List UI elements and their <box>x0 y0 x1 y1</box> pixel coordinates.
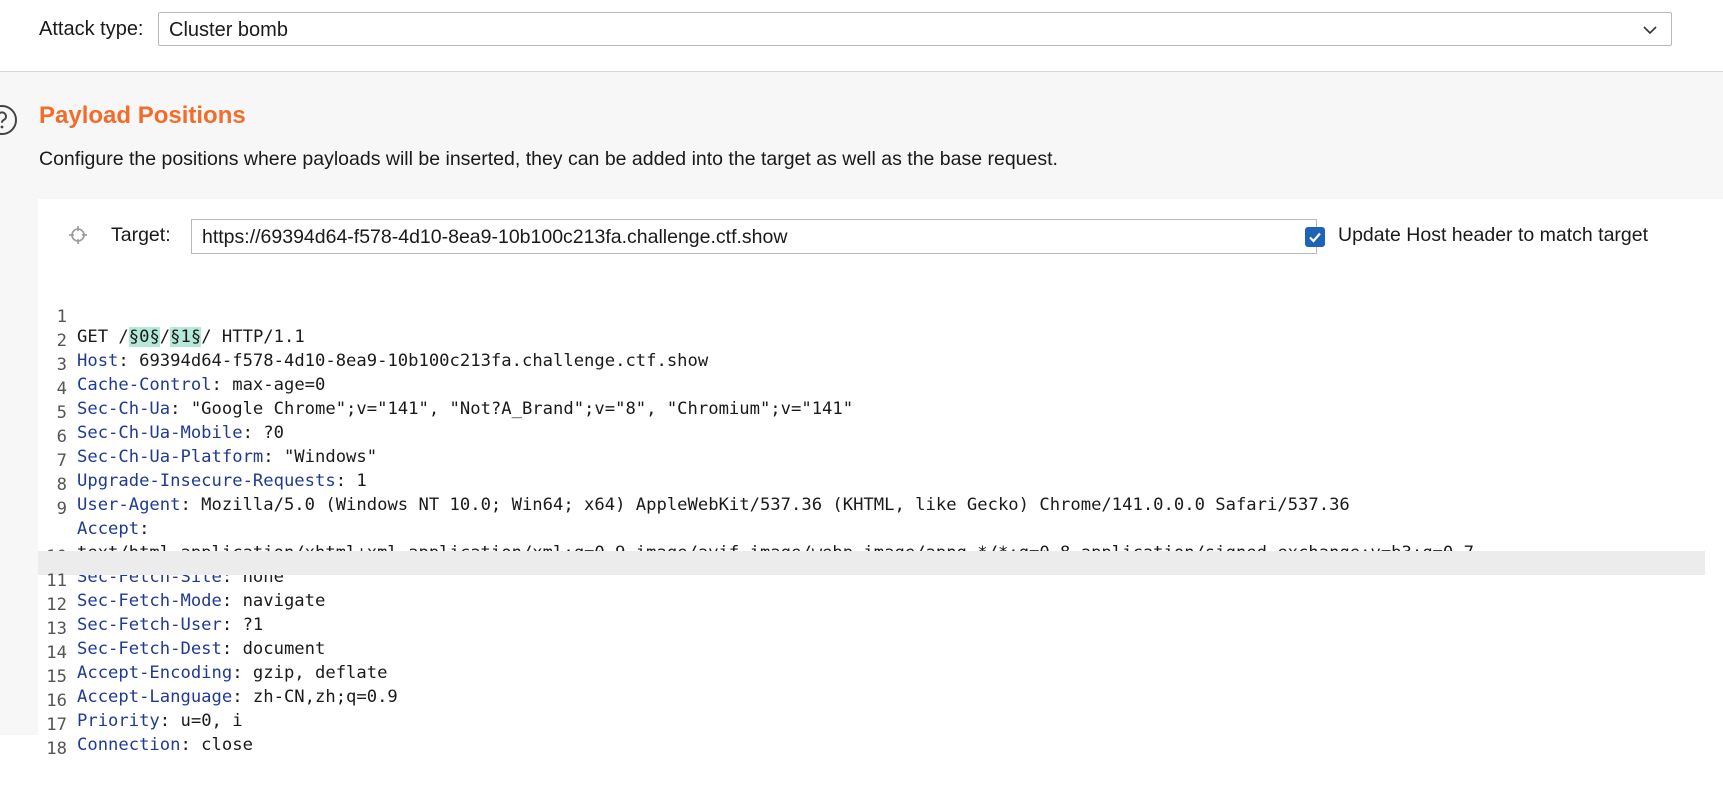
header-line: 5 Sec-Ch-Ua-Mobile: ?0 <box>38 383 1705 443</box>
header-line: 16 Priority: u=0, i <box>38 671 1705 731</box>
help-icon[interactable] <box>0 104 18 136</box>
header-line: 10 Sec-Fetch-Site: none <box>38 527 1705 587</box>
line-number: 18 <box>46 739 67 759</box>
header-line: 17 Connection: close <box>38 695 1705 755</box>
attack-type-select[interactable]: Cluster bomb <box>158 12 1672 46</box>
section-title: Payload Positions <box>39 102 246 129</box>
empty-line: 18 <box>38 719 1705 759</box>
target-panel: Target: https://69394d64-f578-4d10-8ea9-… <box>38 199 1723 279</box>
header-line: 2 Host: 69394d64-f578-4d10-8ea9-10b100c2… <box>38 311 1705 371</box>
target-url-input[interactable]: https://69394d64-f578-4d10-8ea9-10b100c2… <box>191 219 1317 254</box>
header-line: 12 Sec-Fetch-User: ?1 <box>38 575 1705 635</box>
target-url-value: https://69394d64-f578-4d10-8ea9-10b100c2… <box>202 226 788 248</box>
target-label: Target: <box>111 224 171 246</box>
section-description: Configure the positions where payloads w… <box>39 148 1058 170</box>
header-line-current: 11 Sec-Fetch-Mode: navigate <box>38 551 1705 611</box>
attack-type-label: Attack type: <box>39 18 144 40</box>
request-editor[interactable]: 1 GET /§0§/§1§/ HTTP/1.1 2 Host: 69394d6… <box>38 279 1723 759</box>
header-line: 4 Sec-Ch-Ua: "Google Chrome";v="141", "N… <box>38 359 1705 419</box>
header-line: 7 Upgrade-Insecure-Requests: 1 <box>38 431 1705 491</box>
header-line: 9 Accept: <box>38 479 1705 539</box>
header-line: 13 Sec-Fetch-Dest: document <box>38 599 1705 659</box>
header-line: 6 Sec-Ch-Ua-Platform: "Windows" <box>38 407 1705 467</box>
header-line: 8 User-Agent: Mozilla/5.0 (Windows NT 10… <box>38 455 1705 515</box>
update-host-checkbox[interactable] <box>1305 227 1325 247</box>
crosshair-icon[interactable] <box>68 225 88 245</box>
attack-type-bar: Attack type: Cluster bomb <box>0 0 1723 72</box>
attack-type-value: Cluster bomb <box>169 19 288 41</box>
request-line: 1 GET /§0§/§1§/ HTTP/1.1 <box>38 287 1705 347</box>
update-host-label[interactable]: Update Host header to match target <box>1338 224 1648 247</box>
checkmark-icon <box>1309 232 1321 243</box>
header-line: 15 Accept-Language: zh-CN,zh;q=0.9 <box>38 647 1705 707</box>
header-line: 3 Cache-Control: max-age=0 <box>38 335 1705 395</box>
header-line: 14 Accept-Encoding: gzip, deflate <box>38 623 1705 683</box>
chevron-down-icon <box>1643 26 1657 35</box>
payload-positions-section: Payload Positions Configure the position… <box>0 72 1723 759</box>
header-continuation-line: text/html,application/xhtml+xml,applicat… <box>38 503 1705 563</box>
